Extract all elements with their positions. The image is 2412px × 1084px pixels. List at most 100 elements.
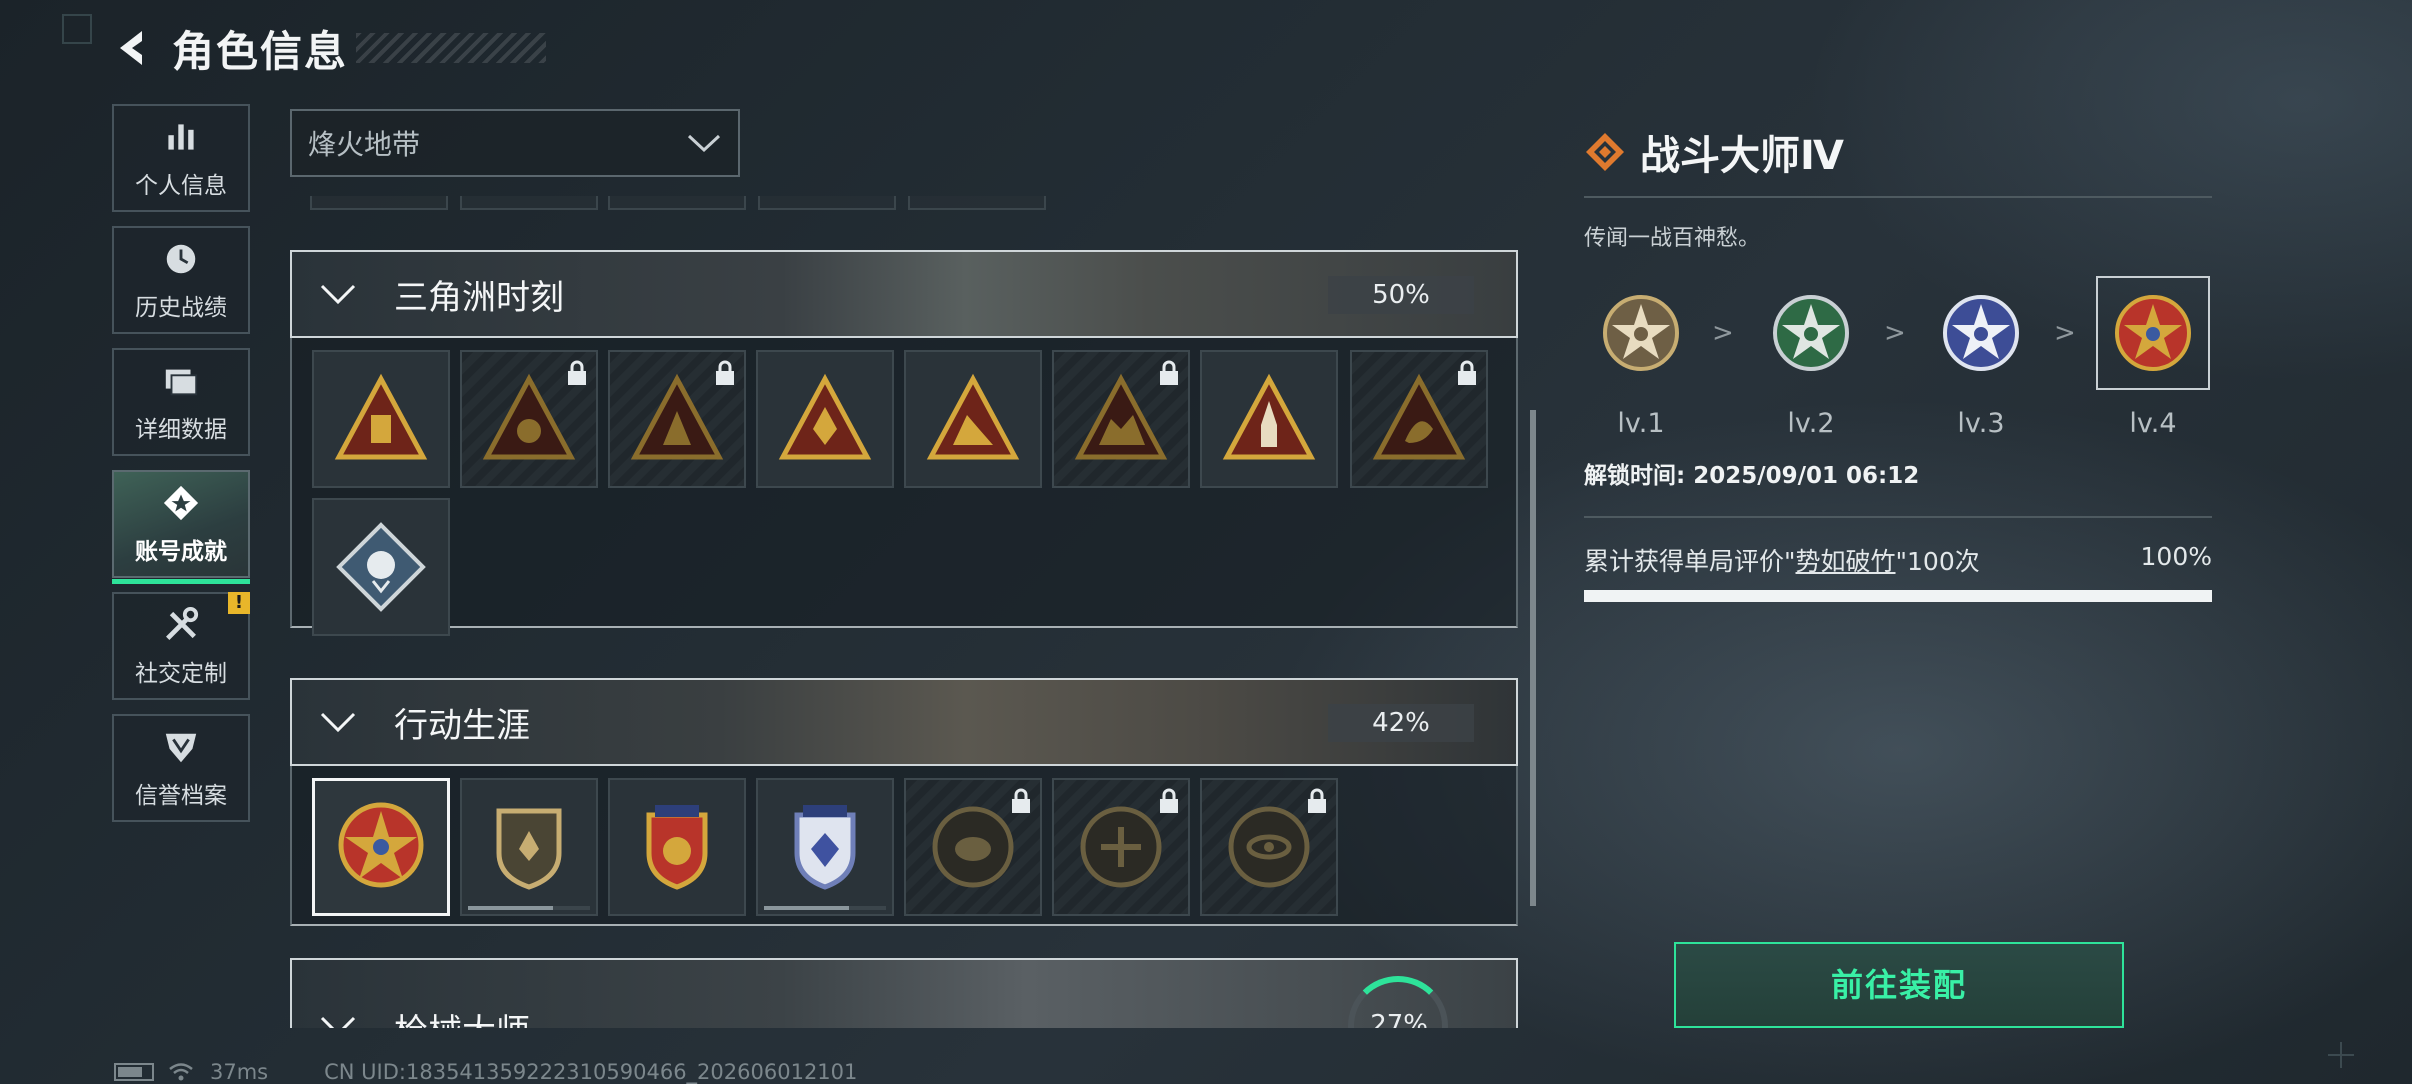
corner-mark <box>62 14 92 44</box>
triangle-badge-icon <box>926 373 1020 460</box>
badge-tile[interactable] <box>460 778 598 916</box>
task-percent: 100% <box>2140 542 2212 571</box>
sidebar-item-personal-info[interactable]: 个人信息 <box>112 104 250 212</box>
lock-icon <box>1160 788 1178 813</box>
triangle-badge-icon <box>1222 373 1316 460</box>
round-badge-icon <box>1228 806 1310 888</box>
list-scrollbar[interactable] <box>1530 410 1536 906</box>
section-header-weapon-master[interactable]: 枪械大师 27% <box>290 958 1518 1028</box>
section-title: 枪械大师 <box>394 1004 530 1028</box>
divider <box>1584 516 2212 518</box>
shield-badge-icon <box>646 805 708 890</box>
history-clock-icon <box>160 238 202 280</box>
badge-tile-selected[interactable] <box>312 778 450 916</box>
section-header-delta-moments[interactable]: 三角洲时刻 50% <box>290 250 1518 338</box>
badge-tile-locked[interactable] <box>904 778 1042 916</box>
back-arrow-icon[interactable] <box>112 27 154 69</box>
section-title: 三角洲时刻 <box>394 277 564 318</box>
badge-tile-locked[interactable] <box>1350 350 1488 488</box>
sidebar-item-history[interactable]: 历史战绩 <box>112 226 250 334</box>
level-2[interactable]: lv.2 <box>1754 276 1868 439</box>
lock-icon <box>1012 788 1030 813</box>
triangle-badge-icon <box>1372 373 1466 460</box>
sidebar-item-detailed-data[interactable]: 详细数据 <box>112 348 250 456</box>
battery-icon <box>114 1063 154 1081</box>
section-body-delta-moments <box>290 338 1518 636</box>
shield-badge-icon <box>496 808 562 890</box>
chevron-down-icon <box>320 1016 356 1028</box>
round-badge-icon <box>932 806 1014 888</box>
badge-tile-locked[interactable] <box>608 350 746 488</box>
sidebar-item-label: 个人信息 <box>135 173 227 199</box>
bronze-star-medal-icon <box>1603 295 1679 371</box>
badge-tile[interactable] <box>312 350 450 488</box>
blue-star-medal-icon <box>1943 295 2019 371</box>
tools-icon <box>160 604 202 646</box>
sidebar-item-social-custom[interactable]: 社交定制 ! <box>112 592 250 700</box>
chevron-down-icon <box>687 134 721 153</box>
badge-tile-locked[interactable] <box>1052 778 1190 916</box>
badge-tile-locked[interactable] <box>1200 778 1338 916</box>
achievement-detail: 战斗大师Ⅳ 传闻一战百神愁。 lv.1 > lv.2 > lv.3 > lv.4… <box>1584 124 2212 602</box>
equip-button[interactable]: 前往装配 <box>1674 942 2124 1028</box>
triangle-badge-icon <box>630 373 724 460</box>
badge-tile[interactable] <box>756 778 894 916</box>
level-separator: > <box>2054 318 2076 348</box>
bar-chart-icon <box>160 116 202 158</box>
badge-progress-bar <box>468 906 590 910</box>
sidebar-item-reputation[interactable]: 信誉档案 <box>112 714 250 822</box>
green-star-medal-icon <box>1773 295 1849 371</box>
mode-dropdown[interactable]: 烽火地带 <box>290 109 740 177</box>
ping-value: 37ms <box>210 1060 269 1084</box>
level-3[interactable]: lv.3 <box>1924 276 2038 439</box>
lock-icon <box>1458 360 1476 385</box>
previous-section-tail <box>290 196 1518 232</box>
badge-tile[interactable] <box>1200 350 1338 488</box>
level-label: lv.3 <box>1957 408 2005 439</box>
chevron-down-icon <box>320 284 356 305</box>
badge-tile[interactable] <box>904 350 1042 488</box>
achievement-title: 战斗大师Ⅳ <box>1640 133 1844 179</box>
badge-progress-bar <box>764 906 886 910</box>
achievement-diamond-icon <box>1586 133 1624 171</box>
section-header-operation-career[interactable]: 行动生涯 42% <box>290 678 1518 766</box>
divider <box>1584 196 2212 198</box>
level-label: lv.1 <box>1617 408 1665 439</box>
achievement-description: 传闻一战百神愁。 <box>1584 226 1761 251</box>
page-title: 角色信息 <box>172 26 349 76</box>
section-percent: 27% <box>1370 1010 1428 1028</box>
section-title: 行动生涯 <box>394 705 530 746</box>
sidebar-item-label: 账号成就 <box>135 539 227 565</box>
achievement-list: 三角洲时刻 50% 行动生涯 42% 27% <box>290 196 1518 1028</box>
level-1[interactable]: lv.1 <box>1584 276 1698 439</box>
level-separator: > <box>1712 318 1734 348</box>
sidebar-item-achievements[interactable]: 账号成就 <box>112 470 250 584</box>
task-highlight-link[interactable]: 势如破竹 <box>1796 547 1896 576</box>
lock-icon <box>716 360 734 385</box>
badge-tile[interactable] <box>756 350 894 488</box>
task-description: 累计获得单局评价"势如破竹"100次 <box>1584 547 1980 576</box>
section-percent: 50% <box>1328 276 1474 314</box>
triangle-badge-icon <box>334 373 428 460</box>
chevron-down-icon <box>320 712 356 733</box>
badge-tile[interactable] <box>608 778 746 916</box>
badge-tile[interactable] <box>312 498 450 636</box>
red-star-medal-icon <box>2115 295 2191 371</box>
triangle-badge-icon <box>482 373 576 460</box>
sidebar-item-label: 历史战绩 <box>135 295 227 321</box>
lock-icon <box>1308 788 1326 813</box>
level-4-current[interactable]: lv.4 <box>2096 276 2210 439</box>
section-body-operation-career <box>290 766 1518 926</box>
diamond-rose-badge-icon <box>336 522 426 612</box>
task-row: 累计获得单局评价"势如破竹"100次 100% <box>1584 542 2212 578</box>
task-progress-bar <box>1584 590 2212 602</box>
level-row: lv.1 > lv.2 > lv.3 > lv.4 <box>1584 276 2212 439</box>
title-decoration <box>356 33 547 63</box>
badge-tile-locked[interactable] <box>460 350 598 488</box>
header: 角色信息 <box>112 20 547 76</box>
unlock-time: 解锁时间: 2025/09/01 06:12 <box>1584 463 1920 489</box>
badge-tile-locked[interactable] <box>1052 350 1190 488</box>
level-label: lv.4 <box>2129 408 2177 439</box>
achievement-badge-icon <box>160 482 202 524</box>
sidebar: 个人信息 历史战绩 详细数据 账号成就 社交定制 ! 信誉档案 <box>112 104 250 836</box>
